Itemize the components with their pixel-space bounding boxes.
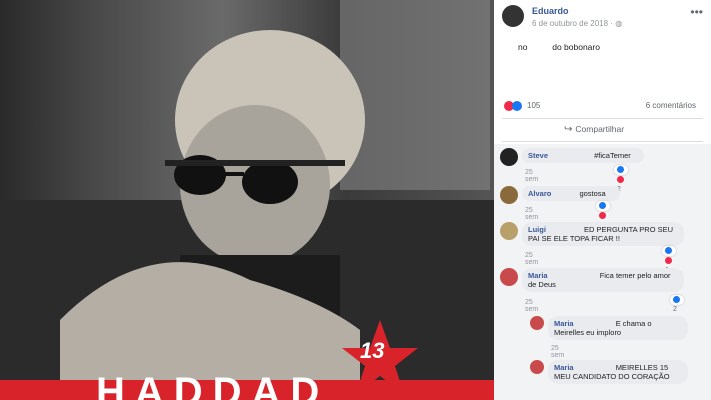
poster-title: HADDAD: [96, 370, 330, 400]
comment-time[interactable]: 25 sem: [551, 345, 564, 359]
comment-reactions[interactable]: 2: [670, 295, 684, 313]
comment-bubble: Alvaro gostosa: [522, 186, 620, 201]
comment-author[interactable]: Alvaro: [528, 189, 551, 198]
comment-author[interactable]: Maria: [528, 271, 548, 280]
divider: [502, 141, 703, 142]
share-button[interactable]: ↪ Compartilhar: [564, 124, 624, 135]
divider: [502, 118, 703, 119]
comment-bubble: Maria MEIRELLES 15 MEU CANDIDATO DO CORA…: [548, 360, 688, 384]
like-reaction-icon: [665, 246, 672, 254]
comment-author[interactable]: Steve: [528, 151, 548, 160]
redacted-word: [530, 41, 550, 50]
post-side-panel: Eduardo 6 de outubro de 2018 · ◍ ••• no …: [494, 0, 711, 400]
post-text: no do bobonaro: [518, 41, 600, 52]
like-reaction-icon: [617, 165, 624, 173]
comment-bubble: Maria Fica temer pelo amor de Deus: [522, 268, 684, 292]
share-arrow-icon: ↪: [564, 124, 573, 135]
comment-text: gostosa: [579, 189, 606, 198]
comment-time[interactable]: 25 sem: [525, 169, 538, 183]
comment-reactions[interactable]: 2: [614, 165, 628, 193]
candidate-number: 13: [360, 338, 385, 363]
comment-time[interactable]: 25 sem: [525, 207, 538, 221]
comment-text: ED PERGUNTA PRO SEU PAI SE ELE TOPA FICA…: [528, 225, 674, 243]
reaction-count: 105: [527, 101, 541, 110]
post-header: Eduardo 6 de outubro de 2018 · ◍ •••: [502, 5, 707, 35]
comment-time[interactable]: 25 sem: [525, 299, 538, 313]
more-options-icon[interactable]: •••: [690, 5, 703, 19]
comment-reactions[interactable]: 1: [662, 246, 676, 274]
commenter-avatar[interactable]: [500, 268, 518, 286]
comment-author[interactable]: Maria: [554, 319, 574, 328]
comment-time[interactable]: 25 sem: [525, 252, 538, 266]
comment-bubble: Maria E chama o Meirelles eu imploro: [548, 316, 688, 340]
commenter-avatar[interactable]: [500, 148, 518, 166]
comment-text: #ficaTemer: [594, 151, 631, 160]
post-date-text: 6 de outubro de 2018 ·: [532, 19, 616, 28]
post-photo[interactable]: 13 HADDAD: [0, 0, 494, 400]
like-reaction-icon: [673, 295, 680, 303]
comment-bubble: Luigi ED PERGUNTA PRO SEU PAI SE ELE TOP…: [522, 222, 684, 246]
comment-bubble: Steve #ficaTemer: [522, 148, 644, 163]
author-name[interactable]: Eduardo: [532, 6, 569, 16]
comment-author[interactable]: Luigi: [528, 225, 546, 234]
love-reaction-icon: [599, 211, 606, 219]
commenter-avatar[interactable]: [500, 222, 518, 240]
author-avatar[interactable]: [502, 5, 524, 27]
reaction-summary[interactable]: 105 6 comentários: [504, 99, 704, 113]
commenter-avatar[interactable]: [530, 360, 544, 374]
comment-react-count: 2: [673, 306, 677, 313]
share-label: Compartilhar: [575, 124, 625, 134]
love-reaction-icon: [617, 175, 624, 183]
commenter-avatar[interactable]: [500, 186, 518, 204]
commenter-avatar[interactable]: [530, 316, 544, 330]
comment-author[interactable]: Maria: [554, 363, 574, 372]
comment-reactions[interactable]: 3: [596, 201, 610, 229]
comment-text: Fica temer pelo amor de Deus: [528, 271, 671, 289]
like-reaction-icon: [512, 101, 522, 111]
love-reaction-icon: [665, 256, 672, 264]
post-date[interactable]: 6 de outubro de 2018 · ◍: [532, 19, 622, 28]
comments-section: Steve #ficaTemer 25 sem 2 Alvaro gostosa…: [494, 144, 711, 400]
like-reaction-icon: [599, 201, 606, 209]
comment-count-link[interactable]: 6 comentários: [646, 101, 696, 110]
post-text-part-a: no: [518, 42, 528, 52]
globe-icon: ◍: [615, 19, 623, 28]
post-text-part-b: do bobonaro: [552, 42, 600, 52]
